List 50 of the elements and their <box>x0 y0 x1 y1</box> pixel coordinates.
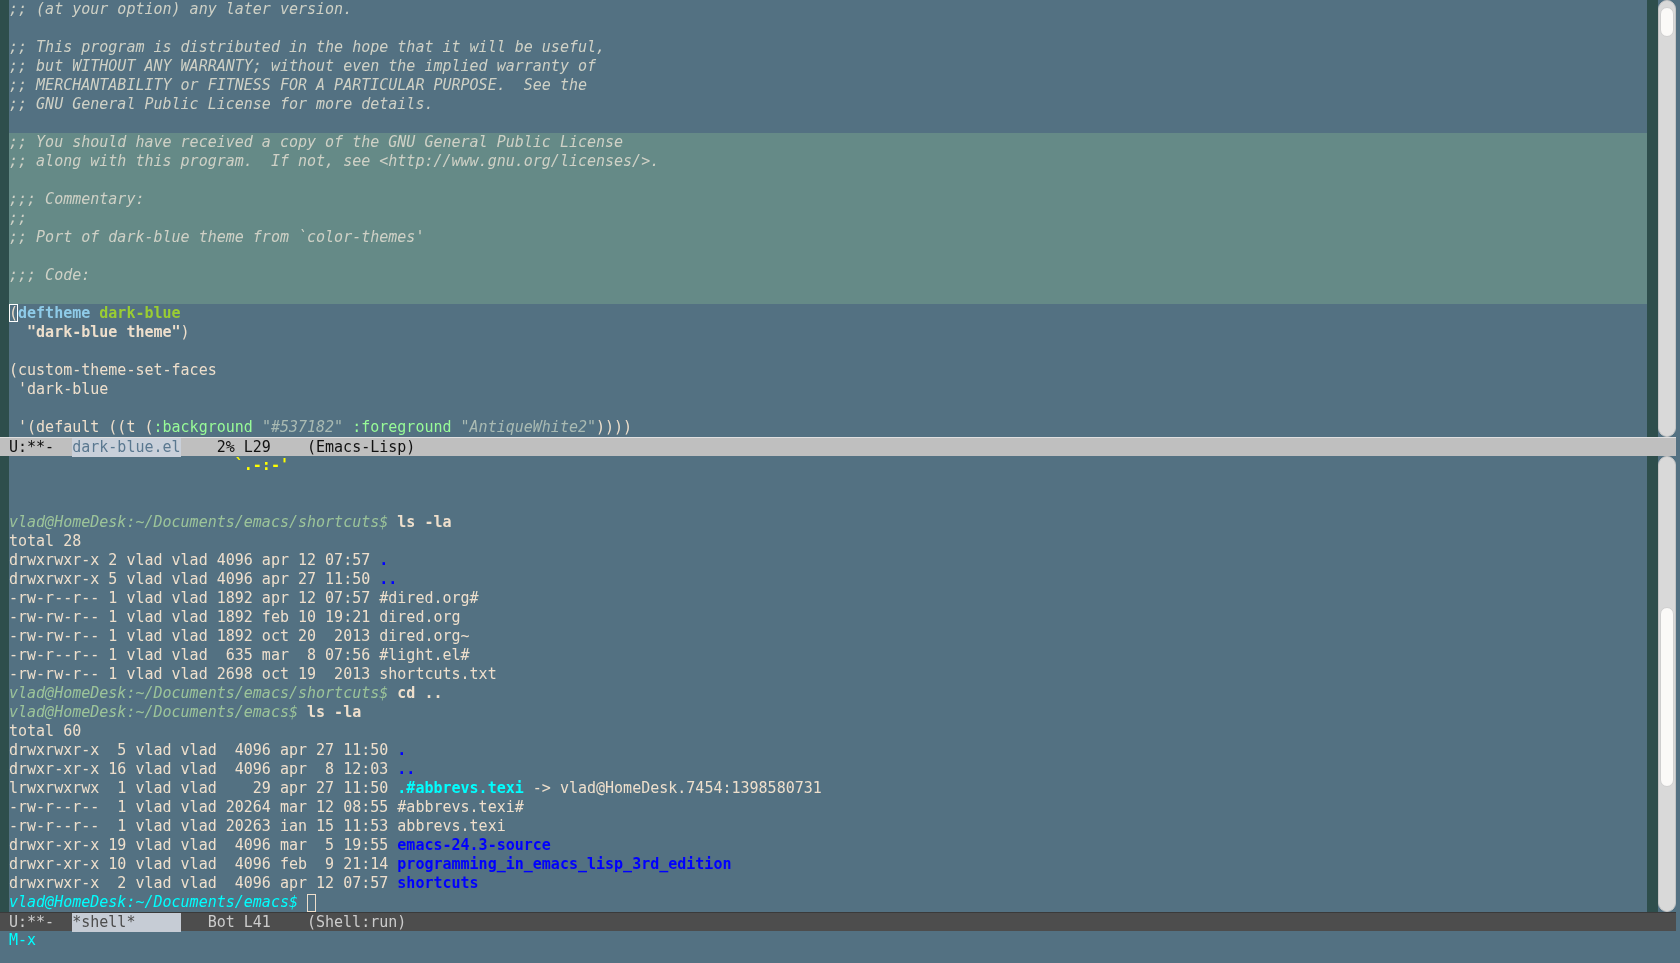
shell-line: -rw-rw-r-- 1 vlad vlad 1892 feb 10 19:21 dired.org <box>9 608 461 627</box>
shell-line: drwxrwxr-x 2 vlad vlad 4096 apr 12 07:57 shortcuts <box>9 874 479 893</box>
shell-line: drwxrwxr-x 2 vlad vlad 4096 apr 12 07:57 . <box>9 551 389 570</box>
buffer-name[interactable]: *shell* <box>72 912 181 932</box>
code-line: ;; You should have received a copy of the GNU General Public License <box>9 133 624 152</box>
scrollbar-thumb[interactable] <box>1660 607 1674 787</box>
shell-line: drwxrwxr-x 5 vlad vlad 4096 apr 27 11:50 . <box>9 741 407 760</box>
shell-line: drwxr-xr-x 16 vlad vlad 4096 apr 8 12:03 .. <box>9 760 416 779</box>
shell-line: drwxr-xr-x 19 vlad vlad 4096 mar 5 19:55 emacs-24.3-source <box>9 836 551 855</box>
code-line: ;; along with this program. If not, see <http://www.gnu.org/licenses/>. <box>9 152 660 171</box>
shell-line: vlad@HomeDesk:~/Documents/emacs$ ls -la <box>9 703 362 722</box>
major-mode[interactable]: (Shell:run) <box>306 912 407 932</box>
code-line: ;; (at your option) any later version. <box>9 0 353 19</box>
scrollbar[interactable] <box>1658 0 1676 437</box>
code-line: ;; Port of dark-blue theme from `color-themes' <box>9 228 425 247</box>
scrollbar-thumb[interactable] <box>1660 7 1674 37</box>
shell-line: total 28 <box>9 532 82 551</box>
shell-line: -rw-r--r-- 1 vlad vlad 20264 mar 12 08:55 #abbrevs.texi# <box>9 798 524 817</box>
code-line: ;; This program is distributed in the hope that it will be useful, <box>9 38 606 57</box>
modified-status: U:**- <box>9 912 56 932</box>
major-mode[interactable]: (Emacs-Lisp) <box>307 437 416 457</box>
minibuffer-prompt[interactable]: M-x <box>0 931 37 950</box>
code-line: ;; MERCHANTABILITY or FITNESS FOR A PARTICULAR PURPOSE. See the <box>9 76 587 95</box>
shell-line: -rw-r--r-- 1 vlad vlad 1892 apr 12 07:57 #dired.org# <box>9 589 479 608</box>
shell-line: -rw-rw-r-- 1 vlad vlad 2698 oct 19 2013 shortcuts.txt <box>9 665 497 684</box>
code-line: ;; <box>9 209 28 228</box>
shell-line: -rw-rw-r-- 1 vlad vlad 1892 oct 20 2013 dired.org~ <box>9 627 470 646</box>
line-position: 2% L29 <box>215 437 271 457</box>
code-line: ;; but WITHOUT ANY WARRANTY; without even the implied warranty of <box>9 57 596 76</box>
code-line: ;;; Commentary: <box>9 190 145 209</box>
shell-line: -rw-r--r-- 1 vlad vlad 635 mar 8 07:56 #light.el# <box>9 646 470 665</box>
shell-line: vlad@HomeDesk:~/Documents/emacs$ <box>9 893 298 912</box>
shell-line: lrwxrwxrwx 1 vlad vlad 29 apr 27 11:50 .#abbrevs.texi -> vlad@HomeDesk.7454:1398580731 <box>9 779 822 798</box>
shell-line: -rw-r--r-- 1 vlad vlad 20263 ian 15 11:53 abbrevs.texi <box>9 817 506 836</box>
shell-line: drwxr-xr-x 10 vlad vlad 4096 feb 9 21:14 programming_in_emacs_lisp_3rd_edition <box>9 855 732 874</box>
code-line: ;; GNU General Public License for more details. <box>9 95 434 114</box>
shell-line: `.-:-' <box>233 456 289 475</box>
scrollbar[interactable] <box>1658 456 1676 912</box>
code-line: ;;; Code: <box>9 266 91 285</box>
modified-status: U:**- <box>9 437 56 457</box>
code-line: (custom-theme-set-faces <box>9 361 217 380</box>
shell-line: total 60 <box>9 722 82 741</box>
code-line: 'dark-blue <box>17 380 109 399</box>
shell-line: vlad@HomeDesk:~/Documents/emacs/shortcuts$ cd .. <box>9 684 443 703</box>
code-line: "dark-blue theme") <box>26 323 190 342</box>
line-position: Bot L41 <box>206 912 271 932</box>
buffer-name[interactable]: dark-blue.el <box>72 437 181 457</box>
shell-line: vlad@HomeDesk:~/Documents/emacs/shortcuts$ ls -la <box>9 513 452 532</box>
code-line: '(default ((t (:background "#537182" :foreground "AntiqueWhite2")))) <box>17 418 633 437</box>
shell-line: drwxrwxr-x 5 vlad vlad 4096 apr 27 11:50 .. <box>9 570 398 589</box>
